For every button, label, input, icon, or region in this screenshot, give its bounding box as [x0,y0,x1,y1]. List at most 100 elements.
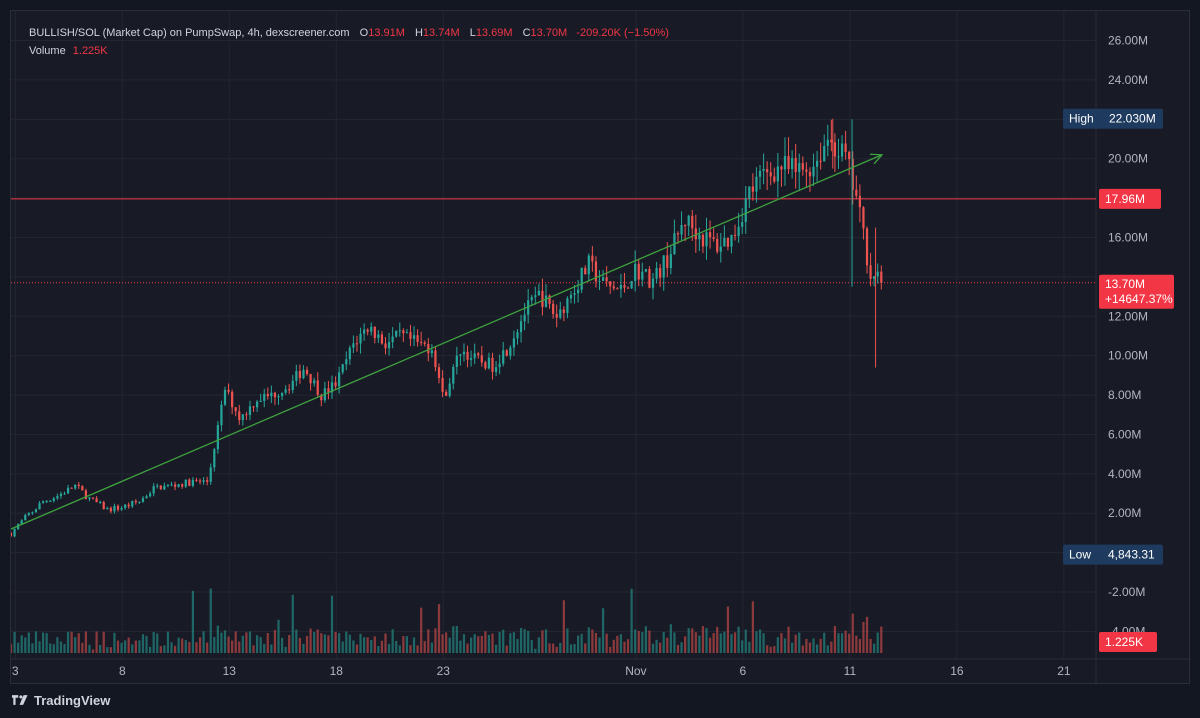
candle-up [587,255,590,275]
volume-bar [134,640,137,653]
volume-bar [766,645,769,653]
candle-up [448,383,451,396]
volume-bar [198,637,202,653]
volume-bar [459,640,462,653]
candle-up [291,380,294,390]
y-tick-label: 6.00M [1108,427,1141,441]
volume-bar [708,637,712,653]
volume-bar [248,631,252,653]
candle-up [812,166,815,177]
candle-down [701,234,705,247]
candle-up [498,363,501,368]
footer-brand[interactable]: TradingView [12,690,110,710]
candle-down [234,407,237,412]
volume-bar [826,645,829,653]
candle-down [227,389,230,392]
candle-up [345,359,348,365]
volume-bar [569,644,573,653]
volume-bar [109,647,112,653]
legend-symbol[interactable]: BULLISH/SOL (Market Cap) on PumpSwap, 4h… [29,27,350,39]
volume-bar [494,644,498,653]
volume-bar [751,601,754,653]
volume-bar [819,638,822,653]
volume-bar [41,632,45,653]
x-tick-label: 23 [437,664,451,678]
low-badge-label: Low [1069,548,1091,562]
candle-up [280,392,284,397]
candle-down [830,139,833,143]
candle-up [398,330,401,332]
volume-bar [223,630,227,653]
candle-up [74,484,77,489]
volume-bar [698,635,701,653]
candle-up [530,297,533,301]
candle-down [612,286,615,289]
y-tick-label: 24.00M [1108,73,1148,87]
volume-bar [848,633,851,653]
volume-bar [701,626,705,653]
candle-up [213,449,216,468]
candle-down [716,238,719,252]
candle-down [780,166,783,170]
candle-down [505,350,508,356]
volume-bar [601,608,605,653]
candle-down [491,357,494,372]
y-tick-label: 2.00M [1108,506,1141,520]
x-tick-label: 8 [119,664,126,678]
candle-up [798,163,801,173]
volume-bar [840,633,844,653]
volume-bar [880,626,883,653]
candle-down [206,480,209,482]
candle-up [569,294,573,299]
candle-up [131,501,134,507]
volume-bar [159,646,162,653]
volume-bar [291,594,294,653]
candle-down [159,485,162,490]
volume-bar [862,621,865,653]
candle-down [666,255,669,268]
candle-up [34,509,38,513]
candle-down [95,498,98,503]
legend-change: -209.20K (−1.50%) [576,27,669,39]
volume-bar [330,595,334,653]
candle-down [198,480,202,482]
volume-bar [833,626,837,653]
volume-bar [255,635,259,653]
legend-volume-label[interactable]: Volume [29,45,66,57]
volume-bar [791,642,794,653]
candle-down [591,255,594,262]
volume-bar [195,642,198,653]
candle-down [623,285,626,288]
volume-bar [584,643,587,653]
candle-down [427,343,430,354]
volume-bar [705,628,708,653]
candle-up [31,512,34,514]
candle-up [387,342,391,349]
volume-bar [302,643,305,653]
candle-down [805,169,808,172]
high-badge: High 22.030M [1063,108,1163,129]
volume-bar [231,640,234,653]
candle-up [651,278,655,288]
volume-bar [202,631,205,653]
candle-down [298,371,302,379]
candle-up [823,145,826,162]
volume-bar [45,633,48,653]
volume-bar [659,642,662,653]
candle-down [858,195,861,208]
volume-bar [27,632,30,653]
price-chart[interactable]: 26.00M24.00M22.00M20.00M18.00M16.00M12.0… [11,11,1191,685]
volume-bar [776,637,779,653]
volume-bar [259,637,262,653]
candle-up [537,290,540,296]
candle-up [776,166,779,182]
y-tick-label: 16.00M [1108,231,1148,245]
volume-bar [637,630,640,653]
volume-bar [587,627,590,653]
volume-bar [116,640,120,653]
volume-bar [423,641,426,653]
candle-down [766,168,769,173]
candle-down [466,351,469,360]
volume-bar [227,636,230,653]
volume-bar [209,588,212,653]
